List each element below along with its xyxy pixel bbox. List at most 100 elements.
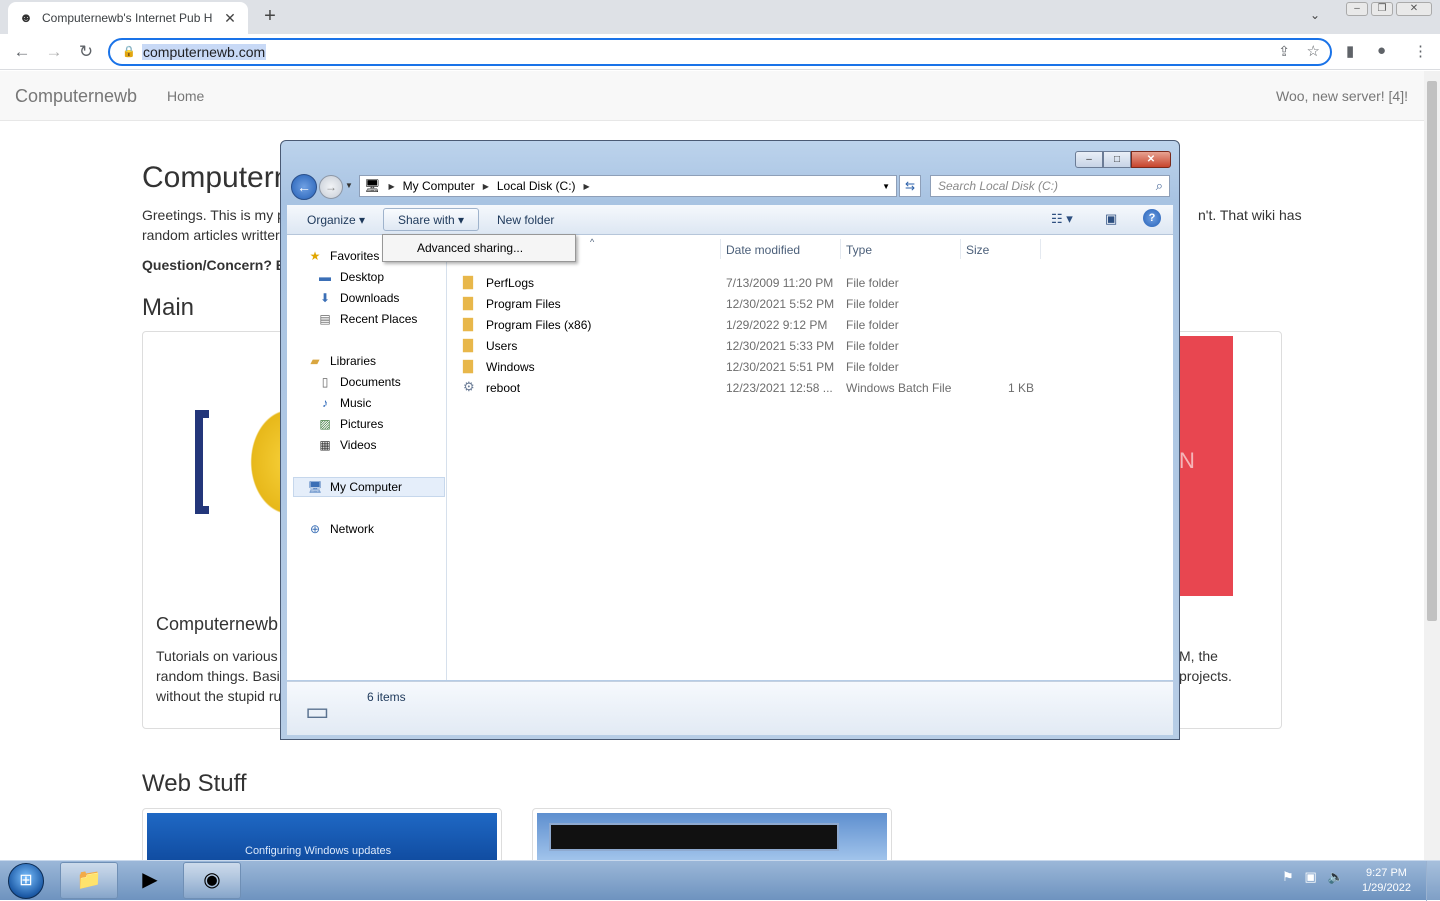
- side-panel-icon[interactable]: ▮: [1346, 42, 1354, 60]
- menu-kebab-icon[interactable]: ⋮: [1413, 42, 1428, 60]
- page-scrollbar[interactable]: [1424, 71, 1440, 860]
- card-text-line2: random things. Basi: [156, 668, 280, 684]
- nav-downloads[interactable]: ⬇ Downloads: [317, 289, 399, 307]
- explorer-address-bar[interactable]: 🖥 ▶ My Computer ▶ Local Disk (C:) ▶ ▼: [359, 175, 897, 197]
- browser-tab[interactable]: ☻ Computernewb's Internet Pub H ✕: [8, 2, 248, 34]
- nav-videos[interactable]: ▦ Videos: [317, 436, 376, 454]
- nav-documents[interactable]: ▯ Documents: [317, 373, 401, 391]
- share-with-menu: Advanced sharing...: [382, 234, 576, 262]
- share-with-button[interactable]: Share with ▾: [383, 208, 479, 231]
- item-count: 6 items: [367, 690, 406, 704]
- network-tray-icon[interactable]: ▣: [1305, 869, 1317, 884]
- address-bar[interactable]: 🔒 computernewb.com ⇪ ☆: [108, 38, 1332, 66]
- column-size[interactable]: Size: [966, 243, 989, 257]
- file-name: Program Files (x86): [486, 318, 592, 332]
- file-row[interactable]: ▇ Windows 12/30/2021 5:51 PM File folder: [463, 357, 1043, 377]
- tab-close-icon[interactable]: ✕: [222, 10, 238, 27]
- breadcrumb-my-computer[interactable]: My Computer: [403, 179, 475, 193]
- explorer-refresh-icon[interactable]: ⇆: [899, 175, 921, 197]
- taskbar-chrome-icon[interactable]: ◉: [183, 862, 241, 899]
- site-brand-link[interactable]: Computernewb: [15, 86, 137, 107]
- file-row[interactable]: ▇ Program Files (x86) 1/29/2022 9:12 PM …: [463, 315, 1043, 335]
- search-placeholder: Search Local Disk (C:): [938, 179, 1059, 193]
- explorer-close-icon[interactable]: ✕: [1131, 151, 1171, 168]
- windows-taskbar: ⊞ 📁 ▶ ◉ ⚑ ▣ 🔈 9:27 PM 1/29/2022: [0, 860, 1440, 901]
- main-heading: Main: [142, 294, 195, 321]
- explorer-forward-icon[interactable]: →: [319, 175, 343, 199]
- preview-pane-icon[interactable]: ▣: [1105, 211, 1117, 227]
- share-with-label: Share with: [398, 213, 455, 227]
- help-icon[interactable]: ?: [1143, 209, 1161, 227]
- back-arrow-icon[interactable]: ←: [11, 41, 33, 63]
- column-type[interactable]: Type: [846, 243, 872, 257]
- address-dropdown-icon[interactable]: ▼: [882, 182, 890, 191]
- nav-favorites[interactable]: ★ Favorites: [307, 247, 380, 265]
- minimize-icon[interactable]: –: [1346, 2, 1368, 16]
- explorer-back-icon[interactable]: ←: [291, 174, 317, 200]
- scrollbar-thumb[interactable]: [1427, 81, 1437, 621]
- web-card-1[interactable]: Configuring Windows updates: [142, 808, 502, 860]
- history-dropdown-icon[interactable]: ▼: [345, 181, 353, 190]
- nav-recent-places[interactable]: ▤ Recent Places: [317, 310, 417, 328]
- clock-time: 9:27 PM: [1365, 867, 1407, 879]
- file-type: File folder: [846, 360, 899, 374]
- file-row[interactable]: ▇ PerfLogs 7/13/2009 11:20 PM File folde…: [463, 273, 1043, 293]
- page-title: Computern: [142, 161, 291, 194]
- new-folder-button[interactable]: New folder: [497, 213, 554, 227]
- file-list-pane: ^ Date modified Type Size ▇ PerfLogs 7/1…: [447, 235, 1173, 680]
- card-title[interactable]: Computernewb: [156, 614, 278, 634]
- system-clock[interactable]: 9:27 PM 1/29/2022: [1362, 866, 1411, 896]
- nav-announcement-link[interactable]: Woo, new server! [4]!: [1276, 88, 1408, 104]
- nav-my-computer[interactable]: 🖥 My Computer: [293, 477, 445, 497]
- new-tab-button[interactable]: +: [258, 6, 282, 28]
- nav-music[interactable]: ♪ Music: [317, 394, 371, 412]
- file-row[interactable]: ▇ Program Files 12/30/2021 5:52 PM File …: [463, 294, 1043, 314]
- forward-arrow-icon[interactable]: →: [43, 41, 65, 63]
- action-center-flag-icon[interactable]: ⚑: [1282, 869, 1294, 884]
- file-type: File folder: [846, 318, 899, 332]
- start-button[interactable]: ⊞: [8, 863, 44, 899]
- organize-button[interactable]: Organize ▾: [307, 213, 365, 227]
- nav-pictures[interactable]: ▨ Pictures: [317, 415, 383, 433]
- show-desktop-button[interactable]: [1426, 861, 1440, 901]
- desktop-icon: ▬: [319, 270, 331, 284]
- advanced-sharing-menu-item[interactable]: Advanced sharing...: [417, 241, 523, 255]
- url-text[interactable]: computernewb.com: [142, 44, 267, 60]
- nav-pictures-label: Pictures: [340, 417, 384, 431]
- computer-icon: 🖥: [364, 178, 381, 193]
- nav-network[interactable]: ⊕ Network: [307, 520, 374, 538]
- explorer-maximize-icon[interactable]: □: [1103, 151, 1131, 168]
- file-type: File folder: [846, 297, 899, 311]
- explorer-search-input[interactable]: Search Local Disk (C:) ⌕: [930, 175, 1170, 197]
- tab-title: Computernewb's Internet Pub H: [42, 11, 213, 25]
- file-date: 12/30/2021 5:33 PM: [726, 339, 835, 353]
- taskbar-media-player-icon[interactable]: ▶: [121, 862, 179, 899]
- profile-avatar-icon[interactable]: ●: [1377, 42, 1386, 59]
- intro-text-right: n't. That wiki has: [1198, 207, 1302, 223]
- column-date-modified[interactable]: Date modified: [726, 243, 800, 257]
- site-navbar: Computernewb Home Woo, new server! [4]!: [0, 71, 1424, 121]
- file-date: 1/29/2022 9:12 PM: [726, 318, 828, 332]
- folder-icon: ▇: [463, 316, 473, 331]
- file-row[interactable]: ⚙ reboot 12/23/2021 12:58 ... Windows Ba…: [463, 378, 1043, 398]
- file-row[interactable]: ▇ Users 12/30/2021 5:33 PM File folder: [463, 336, 1043, 356]
- web-card-2[interactable]: [532, 808, 892, 860]
- explorer-minimize-icon[interactable]: –: [1075, 151, 1103, 168]
- breadcrumb-local-disk[interactable]: Local Disk (C:): [497, 179, 576, 193]
- taskbar-explorer-icon[interactable]: 📁: [60, 862, 118, 899]
- restore-icon[interactable]: ❐: [1371, 2, 1393, 16]
- file-date: 7/13/2009 11:20 PM: [726, 276, 834, 290]
- share-icon[interactable]: ⇪: [1278, 43, 1290, 60]
- tab-search-chevron-icon[interactable]: ⌄: [1310, 8, 1320, 22]
- volume-icon[interactable]: 🔈: [1328, 869, 1344, 884]
- file-name: Program Files: [486, 297, 561, 311]
- nav-libraries[interactable]: ▰ Libraries: [307, 352, 376, 370]
- nav-home-link[interactable]: Home: [167, 88, 204, 104]
- bookmark-star-icon[interactable]: ☆: [1307, 42, 1320, 60]
- system-tray: ⚑ ▣ 🔈: [1282, 869, 1344, 885]
- nav-desktop[interactable]: ▬ Desktop: [317, 268, 384, 286]
- view-options-icon[interactable]: ☷ ▾: [1051, 211, 1073, 227]
- intro-text-line2: random articles writter: [142, 227, 280, 243]
- close-window-icon[interactable]: ✕: [1396, 2, 1432, 16]
- reload-icon[interactable]: ↻: [75, 41, 97, 63]
